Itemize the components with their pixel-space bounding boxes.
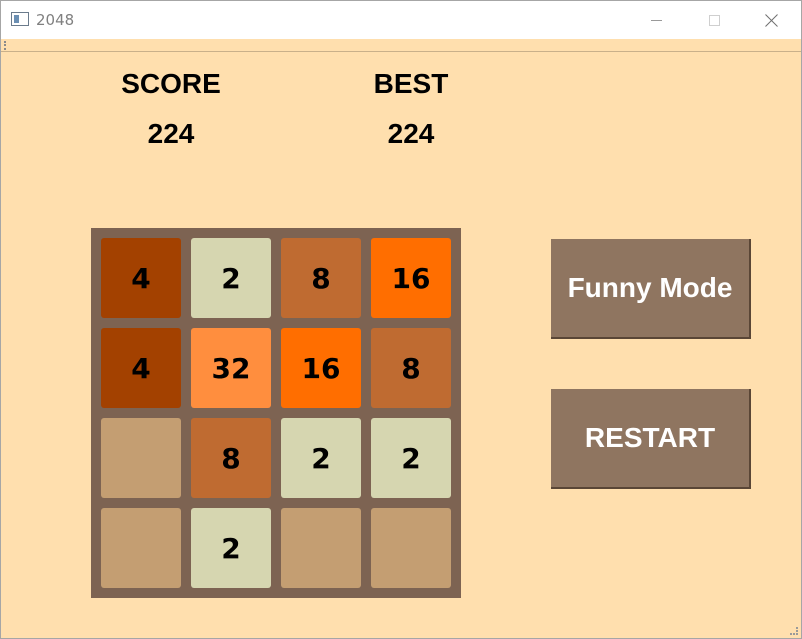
tile: 8	[371, 328, 451, 408]
tile: 2	[191, 238, 271, 318]
close-icon	[765, 13, 779, 27]
best-label: BEST	[373, 68, 449, 99]
app-window-icon	[11, 12, 29, 26]
game-board: 4 2 8 16 4 32 16 8 8 2 2 2	[91, 228, 461, 598]
empty-tile	[281, 508, 361, 588]
score-label: SCORE	[121, 68, 221, 99]
restart-button[interactable]: RESTART	[551, 389, 751, 489]
funny-mode-button[interactable]: Funny Mode	[551, 239, 751, 339]
tile: 8	[191, 418, 271, 498]
minimize-icon	[650, 19, 662, 21]
tile: 8	[281, 238, 361, 318]
tile: 32	[191, 328, 271, 408]
resize-grip-icon[interactable]	[790, 627, 798, 635]
tile: 4	[101, 328, 181, 408]
tile: 16	[371, 238, 451, 318]
score-value: 224	[147, 118, 195, 149]
maximize-icon	[708, 14, 720, 26]
menu-strip	[1, 39, 801, 52]
strip-grip-icon	[4, 41, 6, 50]
window-title: 2048	[36, 11, 75, 29]
title-bar: 2048	[1, 1, 801, 39]
maximize-button[interactable]	[691, 1, 737, 39]
close-button[interactable]	[749, 1, 795, 39]
tile: 2	[191, 508, 271, 588]
best-value: 224	[387, 118, 435, 149]
tile: 2	[371, 418, 451, 498]
tile: 2	[281, 418, 361, 498]
minimize-button[interactable]	[633, 1, 679, 39]
game-window: 2048 SCORE 224 BEST 224 4 2 8 16 4 32 16 8 8 2 2 2 …	[0, 0, 802, 639]
empty-tile	[101, 508, 181, 588]
empty-tile	[371, 508, 451, 588]
tile: 4	[101, 238, 181, 318]
tile: 16	[281, 328, 361, 408]
empty-tile	[101, 418, 181, 498]
